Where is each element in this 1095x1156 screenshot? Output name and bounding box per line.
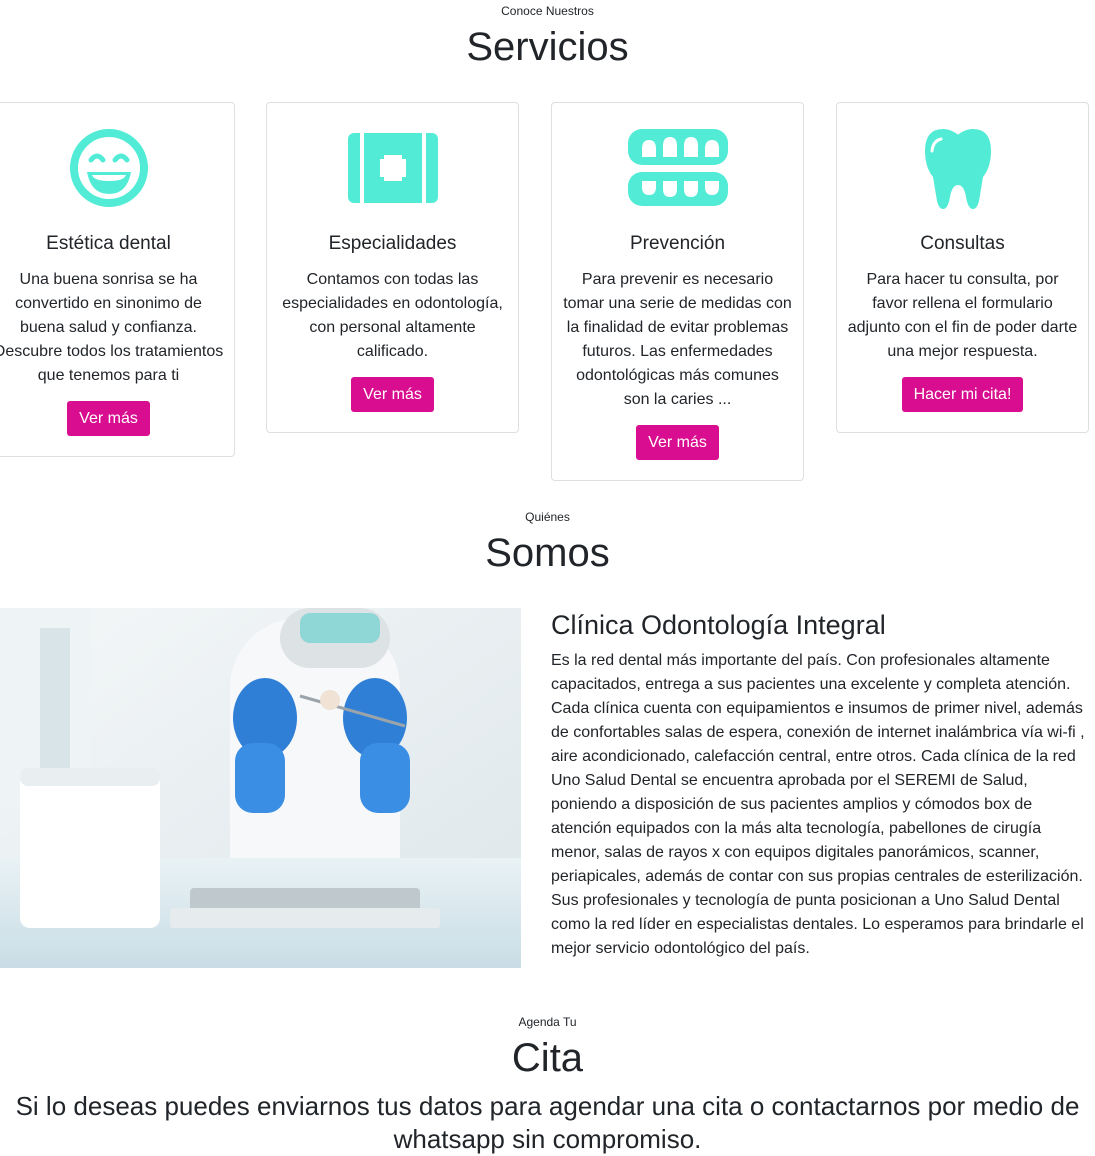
service-title: Prevención [629,233,726,254]
ver-mas-button[interactable]: Ver más [636,425,719,460]
service-card-especialidades: Especialidades Contamos con todas las es… [266,102,519,433]
service-title: Estética dental [46,233,171,254]
ver-mas-button[interactable]: Ver más [351,377,434,412]
smile-icon [69,129,148,207]
ver-mas-button[interactable]: Ver más [67,401,150,436]
clinic-heading: Clínica Odontología Integral [551,610,886,640]
service-card-consultas: Consultas Para hacer tu consulta, por fa… [836,102,1089,433]
hacer-mi-cita-button[interactable]: Hacer mi cita! [901,377,1024,412]
service-card-prevencion: Prevención Para prevenir es necesario to… [551,102,804,481]
service-card-estetica: Estética dental Una buena sonrisa se ha … [0,102,235,457]
about-kicker: Quiénes [525,510,570,524]
service-text: Una buena sonrisa se ha convertido en si… [0,271,224,384]
tooth-icon [924,129,991,209]
medical-kit-icon [347,133,438,203]
appointment-title: Cita [511,1036,584,1080]
about-title: Somos [485,531,610,575]
clinic-description: Es la red dental más importante del país… [551,652,1085,957]
appointment-kicker: Agenda Tu [518,1015,577,1029]
service-text: Para prevenir es necesario tomar una ser… [563,271,792,408]
services-kicker: Conoce Nuestros [501,4,594,18]
teeth-icon [627,129,728,206]
appointment-message: Si lo deseas puedes enviarnos tus datos … [15,1091,1080,1154]
dentist-photo [0,608,521,968]
service-title: Consultas [920,233,1005,254]
service-text: Contamos con todas las especialidades en… [282,271,503,360]
services-title: Servicios [466,25,629,69]
service-title: Especialidades [328,233,457,254]
service-text: Para hacer tu consulta, por favor rellen… [847,271,1078,360]
